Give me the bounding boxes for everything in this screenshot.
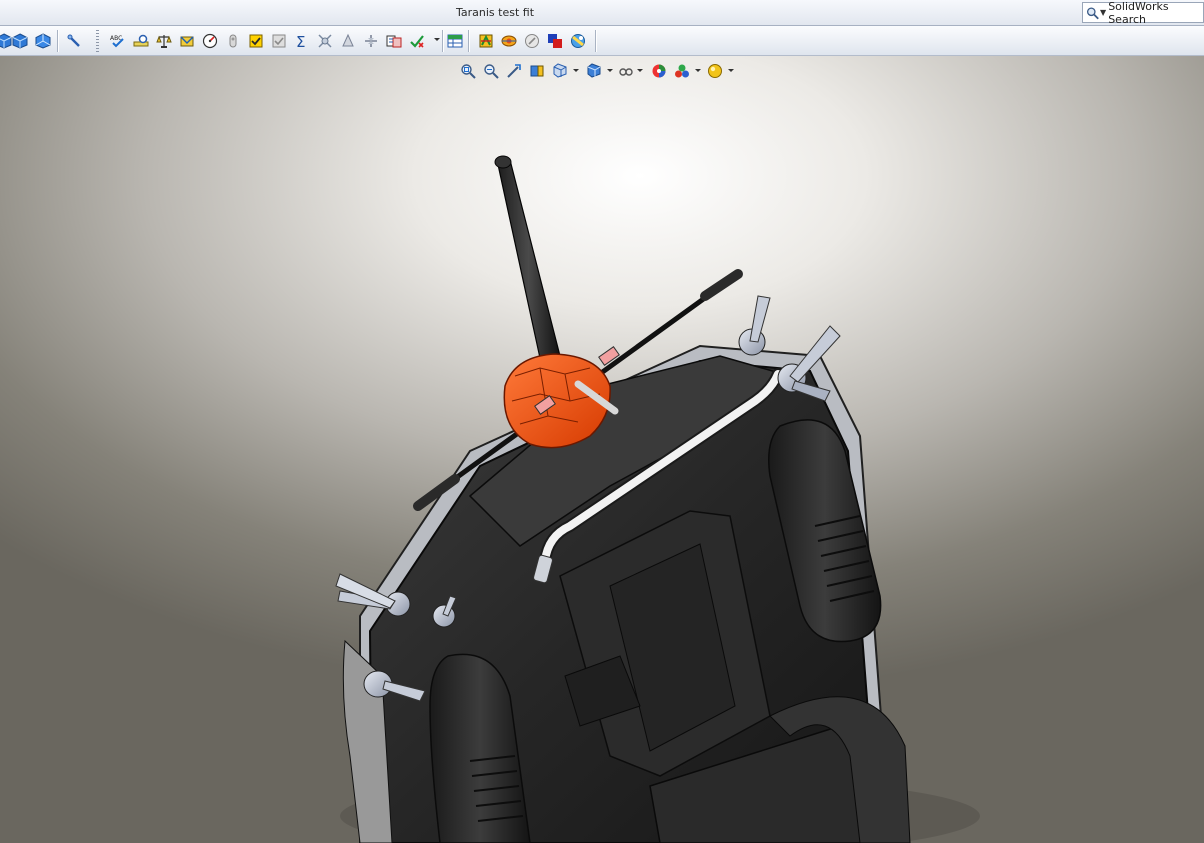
compare-icon[interactable] <box>384 31 404 51</box>
mass-properties-icon[interactable] <box>154 31 174 51</box>
search-icon[interactable] <box>1086 6 1099 20</box>
sketch-relations-icon[interactable] <box>64 31 84 51</box>
solidworks-search-box[interactable]: ▼ SolidWorks Search <box>1082 0 1204 26</box>
view-cube-3-icon[interactable] <box>33 31 53 51</box>
dimxpert-icon[interactable] <box>476 31 496 51</box>
table-icon[interactable] <box>445 31 465 51</box>
rod-end-right <box>700 269 743 301</box>
checklist-gray-icon[interactable] <box>269 31 289 51</box>
toolbar-separator <box>468 30 470 52</box>
equations-sum-icon[interactable]: Σ <box>292 31 312 51</box>
clearance-icon[interactable] <box>338 31 358 51</box>
import-diagnostics-icon[interactable] <box>407 31 427 51</box>
toggle-switch-right-top <box>738 295 771 356</box>
simulation-icon[interactable] <box>522 31 542 51</box>
search-label: SolidWorks Search <box>1108 0 1169 26</box>
toolbar-separator <box>595 30 597 52</box>
section-properties-icon[interactable] <box>177 31 197 51</box>
chevron-down-icon[interactable]: ▼ <box>1100 8 1106 17</box>
graphics-viewport[interactable] <box>0 56 1204 843</box>
checklist-icon[interactable] <box>246 31 266 51</box>
spell-check-icon[interactable]: ABC <box>108 31 128 51</box>
color-squares-icon[interactable] <box>545 31 565 51</box>
render-icon[interactable] <box>568 31 588 51</box>
window-title: Taranis test fit <box>455 6 535 19</box>
check-icon[interactable] <box>223 31 243 51</box>
title-bar: Taranis test fit ▼ SolidWorks Search <box>0 0 1204 26</box>
toolbar-separator <box>442 30 444 52</box>
antenna-tip <box>494 155 512 169</box>
command-toolbar: ABC Σ <box>0 26 1204 56</box>
toolbar-separator <box>57 30 59 52</box>
antenna <box>496 156 561 359</box>
costing-icon[interactable] <box>499 31 519 51</box>
view-cube-2-icon[interactable] <box>10 31 30 51</box>
interference-icon[interactable] <box>315 31 335 51</box>
performance-evaluation-icon[interactable] <box>200 31 220 51</box>
chevron-down-icon[interactable] <box>434 38 440 41</box>
taranis-assembly-model[interactable] <box>0 56 1204 843</box>
svg-text:Σ: Σ <box>296 33 305 49</box>
hole-alignment-icon[interactable] <box>361 31 381 51</box>
toolbar-grip[interactable] <box>96 30 99 52</box>
measure-icon[interactable] <box>131 31 151 51</box>
